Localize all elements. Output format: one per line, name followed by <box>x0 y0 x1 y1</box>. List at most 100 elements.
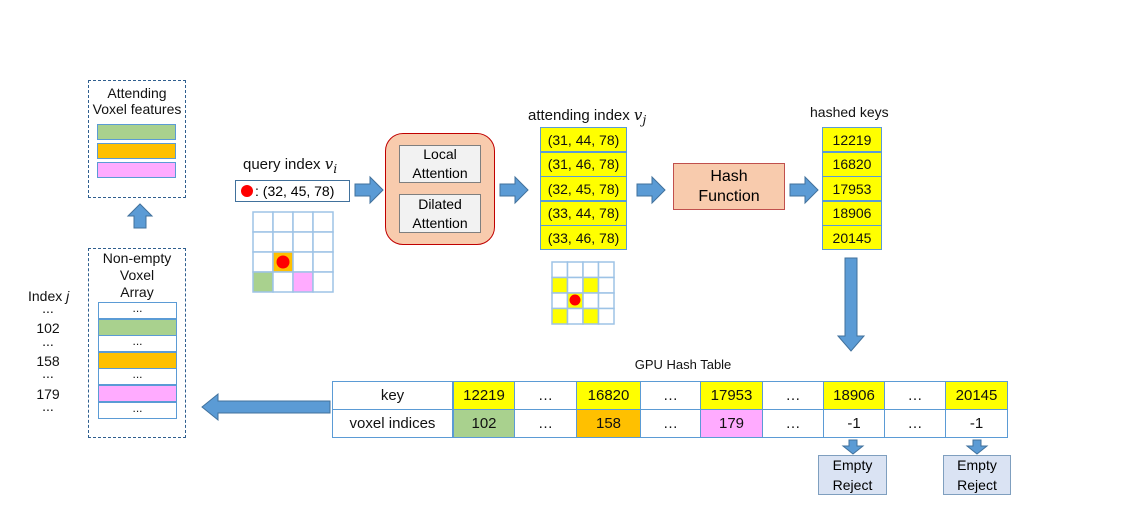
index-label: ... <box>42 365 54 382</box>
attending-grid-cell <box>551 276 569 294</box>
voxel-array-row <box>98 318 177 336</box>
arrow-down-icon <box>965 439 989 455</box>
index-label: ... <box>42 332 54 349</box>
query-grid-cell <box>292 211 314 233</box>
attending-grid-cell <box>597 307 615 325</box>
arrow-right-icon <box>636 175 666 205</box>
attending-grid-cell <box>582 276 600 294</box>
hashed-key-cell: 16820 <box>822 151 882 177</box>
voxel-array-row: ... <box>98 401 177 419</box>
arrow-up-icon <box>126 203 154 229</box>
local-attention-box: Local Attention <box>399 145 481 183</box>
query-grid-cell <box>252 211 274 233</box>
hash-value-cell: -1 <box>945 409 1008 438</box>
hashed-key-cell: 17953 <box>822 176 882 202</box>
query-grid-cell <box>272 231 294 253</box>
attending-grid-cell <box>582 307 600 325</box>
hash-value-cell: 158 <box>576 409 641 438</box>
voxel-array-row: ... <box>98 368 177 386</box>
voxel-array-row <box>98 351 177 369</box>
hash-key-cell: 18906 <box>823 381 885 410</box>
feature-bar-orange <box>97 143 176 159</box>
hash-key-cell: 17953 <box>700 381 763 410</box>
query-grid-cell <box>312 251 334 273</box>
hash-key-cell: … <box>640 381 701 410</box>
arrow-right-icon <box>789 175 819 205</box>
empty-reject-box: Empty Reject <box>818 455 887 495</box>
feature-bar-green <box>97 124 176 140</box>
hash-table-title: GPU Hash Table <box>634 357 732 372</box>
query-value: : (32, 45, 78) <box>255 183 335 199</box>
index-label: ... <box>42 300 54 316</box>
query-dot-icon <box>241 185 253 197</box>
hash-value-cell: -1 <box>823 409 885 438</box>
attending-grid-cell <box>551 292 569 310</box>
voxel-array-row: ... <box>98 335 177 353</box>
hash-key-cell: 16820 <box>576 381 641 410</box>
attending-grid-cell <box>597 292 615 310</box>
attending-grid-cell <box>551 307 569 325</box>
hash-value-cell: … <box>640 409 701 438</box>
hash-key-cell: … <box>884 381 946 410</box>
feature-bar-pink <box>97 162 176 178</box>
hash-function-box: Hash Function <box>673 163 785 210</box>
arrow-right-icon <box>354 175 384 205</box>
voxel-array-row: ... <box>98 302 177 319</box>
query-grid-cell <box>252 271 274 293</box>
query-grid-cell <box>252 231 274 253</box>
empty-reject-box: Empty Reject <box>943 455 1011 495</box>
attending-grid-cell <box>566 307 584 325</box>
diagram: Attending Voxel features Non-empty Voxel… <box>0 0 1132 518</box>
hash-key-cell: … <box>514 381 577 410</box>
arrow-down-icon <box>836 257 866 352</box>
features-title-2: Voxel features <box>92 101 182 117</box>
hash-key-cell: 20145 <box>945 381 1008 410</box>
query-dot-icon <box>276 255 290 269</box>
hash-key-cell: … <box>762 381 824 410</box>
query-grid-cell <box>292 231 314 253</box>
arrow-left-icon <box>201 392 331 422</box>
attending-index-cell: (31, 44, 78) <box>540 127 627 152</box>
query-grid-cell <box>292 251 314 273</box>
index-label: ... <box>42 397 54 414</box>
attending-index-cell: (31, 46, 78) <box>540 151 627 177</box>
voxel-array-title-1: Non-empty <box>102 250 172 266</box>
attending-grid-cell <box>551 261 569 279</box>
attending-grid-cell <box>566 276 584 294</box>
voxel-array-title-3: Array <box>120 284 154 300</box>
query-grid-cell <box>312 211 334 233</box>
attending-index-cell: (33, 46, 78) <box>540 225 627 251</box>
attending-index-cell: (32, 45, 78) <box>540 176 627 202</box>
attending-grid-cell <box>582 261 600 279</box>
hash-value-cell: … <box>514 409 577 438</box>
hash-value-cell: 179 <box>700 409 763 438</box>
query-grid-cell <box>312 271 334 293</box>
dilated-attention-box: Dilated Attention <box>399 194 481 233</box>
attending-index-label: attending index vj <box>528 106 647 127</box>
attending-grid-cell <box>597 261 615 279</box>
arrow-down-icon <box>841 439 865 455</box>
voxel-array-title-2: Voxel <box>119 267 155 283</box>
query-dot-icon <box>569 294 581 306</box>
hashed-key-cell: 18906 <box>822 200 882 226</box>
query-index-box: : (32, 45, 78) <box>235 180 350 202</box>
hash-value-cell: … <box>762 409 824 438</box>
hash-key-cell: 12219 <box>453 381 515 410</box>
hashed-key-cell: 12219 <box>822 127 882 152</box>
query-index-label: query index vi <box>243 155 338 176</box>
hash-value-cell: 102 <box>453 409 515 438</box>
voxel-array-row <box>98 385 177 402</box>
attending-grid-cell <box>566 261 584 279</box>
query-grid-cell <box>252 251 274 273</box>
arrow-right-icon <box>499 175 529 205</box>
hash-value-cell: … <box>884 409 946 438</box>
query-grid-cell <box>292 271 314 293</box>
query-grid-cell <box>272 211 294 233</box>
voxel-indices-header: voxel indices <box>332 409 453 438</box>
attending-index-cell: (33, 44, 78) <box>540 200 627 226</box>
key-header: key <box>332 381 453 410</box>
attending-grid-cell <box>597 276 615 294</box>
query-grid-cell <box>272 271 294 293</box>
features-title-1: Attending <box>107 85 167 101</box>
hashed-key-cell: 20145 <box>822 225 882 251</box>
